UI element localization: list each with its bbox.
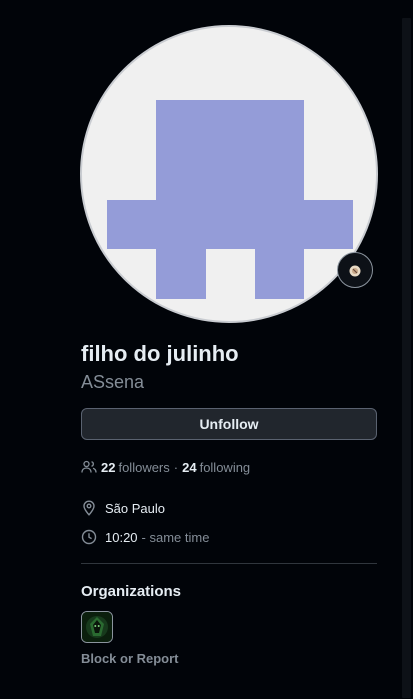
- block-or-report-link[interactable]: Block or Report: [81, 651, 179, 666]
- stats-separator: ·: [173, 459, 179, 475]
- profile-sidebar: filho do julinho ASsena Unfollow 22 foll…: [0, 0, 413, 699]
- following-label: following: [199, 459, 251, 475]
- organizations-heading: Organizations: [81, 583, 182, 600]
- following-link[interactable]: 24 following: [182, 460, 250, 475]
- followers-count: 22: [101, 459, 116, 475]
- organization-avatar[interactable]: [81, 611, 113, 643]
- status-emoji-icon: [349, 264, 361, 277]
- following-count: 24: [182, 459, 197, 475]
- status-emoji-button[interactable]: [337, 252, 373, 288]
- followers-link[interactable]: 22 followers: [101, 460, 170, 475]
- organization-logo-icon: [82, 612, 112, 642]
- profile-display-name: filho do julinho: [81, 341, 239, 366]
- local-time-row: 10:20 - same time: [81, 528, 209, 546]
- identicon-image: [107, 100, 353, 299]
- scrollbar[interactable]: [400, 0, 413, 699]
- people-icon: [81, 459, 97, 475]
- unfollow-button[interactable]: Unfollow: [81, 408, 377, 440]
- avatar[interactable]: [80, 25, 378, 323]
- clock-icon: [81, 529, 97, 545]
- location-text: São Paulo: [105, 500, 165, 516]
- profile-avatar-container: [80, 25, 378, 323]
- profile-username: ASsena: [81, 372, 145, 392]
- location-row: São Paulo: [81, 499, 165, 517]
- local-time: 10:20: [105, 529, 138, 545]
- section-divider: [81, 563, 377, 564]
- followers-label: followers: [118, 459, 170, 475]
- scrollbar-thumb[interactable]: [402, 18, 411, 698]
- location-pin-icon: [81, 500, 97, 516]
- time-note: - same time: [141, 529, 210, 545]
- follow-stats: 22 followers · 24 following: [81, 458, 250, 476]
